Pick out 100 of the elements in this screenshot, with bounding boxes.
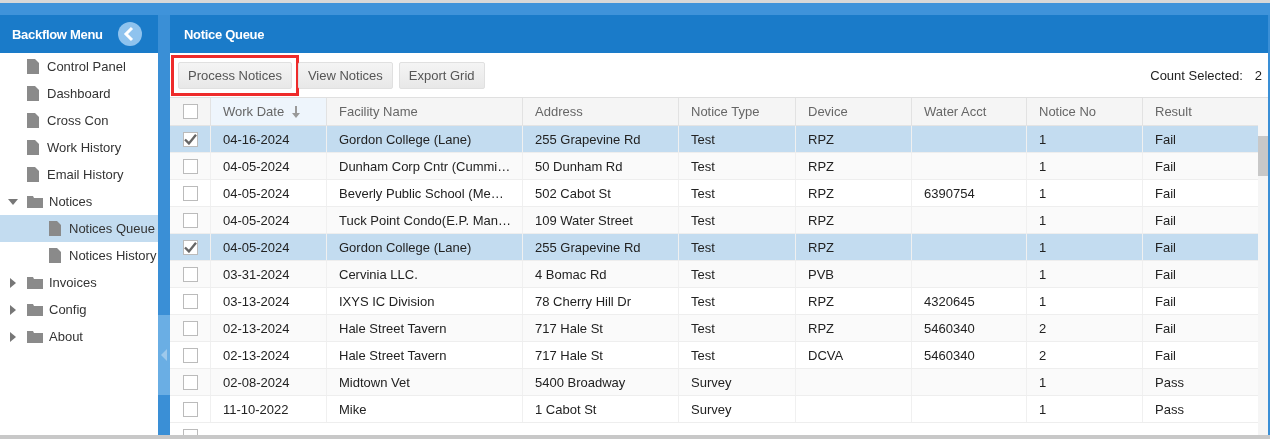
- table-cell: 1: [1039, 158, 1047, 174]
- table-cell: Test: [691, 212, 715, 228]
- table-cell: PVB: [808, 266, 834, 282]
- table-cell: 6390754: [924, 185, 975, 201]
- toolbar-button[interactable]: View Notices: [297, 61, 393, 89]
- row-checkbox[interactable]: [182, 131, 198, 147]
- table-cell: RPZ: [808, 320, 834, 336]
- table-cell: 1: [1039, 374, 1047, 390]
- column-header[interactable]: Device: [795, 98, 911, 125]
- count-value: 2: [1254, 67, 1262, 83]
- table-cell: RPZ: [808, 185, 834, 201]
- table-cell: 1 Cabot St: [535, 401, 597, 417]
- toolbar-button[interactable]: Process Notices: [178, 61, 292, 89]
- tree-item[interactable]: Cross Con: [0, 107, 158, 134]
- row-checkbox[interactable]: [182, 347, 198, 363]
- table-cell: 1: [1039, 212, 1047, 228]
- table-cell: Test: [691, 293, 715, 309]
- collapse-button[interactable]: [118, 22, 142, 46]
- table-cell: 02-08-2024: [223, 374, 290, 390]
- table-cell: Cervinia LLC.: [339, 266, 418, 282]
- column-header[interactable]: Water Acct: [911, 98, 1026, 125]
- folder-icon: [27, 330, 43, 343]
- table-cell: Test: [691, 347, 715, 363]
- expander-icon[interactable]: [8, 304, 18, 315]
- table-cell: Test: [691, 266, 715, 282]
- row-checkbox[interactable]: [182, 239, 198, 255]
- table-cell: 50 Dunham Rd: [535, 158, 623, 174]
- row-checkbox[interactable]: [182, 266, 198, 282]
- document-icon: [27, 113, 39, 128]
- tree-item[interactable]: Config: [0, 296, 158, 323]
- document-icon: [27, 86, 39, 101]
- table-cell: Mike: [339, 401, 367, 417]
- table-cell: 4 Bomac Rd: [535, 266, 607, 282]
- table-cell: RPZ: [808, 239, 834, 255]
- tree-item[interactable]: About: [0, 323, 158, 350]
- scrollbar-thumb[interactable]: [1258, 136, 1268, 176]
- tree-item[interactable]: Notices Queue: [0, 215, 158, 242]
- table-cell: 1: [1039, 293, 1047, 309]
- table-cell: 04-05-2024: [223, 185, 290, 201]
- folder-icon: [27, 303, 43, 316]
- row-checkbox[interactable]: [182, 185, 198, 201]
- table-cell: Test: [691, 239, 715, 255]
- column-header[interactable]: Notice No: [1026, 98, 1142, 125]
- row-checkbox[interactable]: [182, 320, 198, 336]
- row-checkbox[interactable]: [182, 212, 198, 228]
- table-cell: Dunham Corp Cntr (Cummi…: [339, 158, 511, 174]
- expander-icon[interactable]: [8, 196, 18, 207]
- folder-icon: [27, 195, 43, 208]
- table-cell: Tuck Point Condo(E.P. Man…: [339, 212, 511, 228]
- table-cell: Survey: [691, 374, 732, 390]
- table-cell: 04-05-2024: [223, 158, 290, 174]
- splitter-handle[interactable]: [158, 315, 170, 395]
- tree-item[interactable]: Invoices: [0, 269, 158, 296]
- folder-icon: [27, 276, 43, 289]
- table-cell: 1: [1039, 131, 1047, 147]
- table-cell: 1: [1039, 266, 1047, 282]
- table-cell: Pass: [1155, 401, 1184, 417]
- table-cell: 5460340: [924, 320, 975, 336]
- tree-item[interactable]: Work History: [0, 134, 158, 161]
- document-icon: [27, 59, 39, 74]
- table-cell: 03-13-2024: [223, 293, 290, 309]
- tree-item[interactable]: Dashboard: [0, 80, 158, 107]
- table-cell: Hale Street Tavern: [339, 320, 447, 336]
- table-cell: 1: [1039, 401, 1047, 417]
- sort-arrow-icon: [292, 105, 301, 118]
- column-header[interactable]: Notice Type: [678, 98, 795, 125]
- row-checkbox[interactable]: [182, 293, 198, 309]
- table-cell: 2: [1039, 347, 1047, 363]
- table-cell: Test: [691, 320, 715, 336]
- table-cell: IXYS IC Division: [339, 293, 435, 309]
- expander-icon[interactable]: [8, 331, 18, 342]
- table-cell: 02-13-2024: [223, 320, 290, 336]
- expander-icon[interactable]: [8, 277, 18, 288]
- column-header[interactable]: Facility Name: [326, 98, 522, 125]
- select-all-checkbox[interactable]: [182, 104, 198, 119]
- tree-item[interactable]: Control Panel: [0, 53, 158, 80]
- table-cell: 255 Grapevine Rd: [535, 131, 641, 147]
- table-cell: Fail: [1155, 239, 1176, 255]
- table-cell: RPZ: [808, 131, 834, 147]
- tree-item[interactable]: Email History: [0, 161, 158, 188]
- table-cell: RPZ: [808, 158, 834, 174]
- table-cell: 03-31-2024: [223, 266, 290, 282]
- table-cell: 255 Grapevine Rd: [535, 239, 641, 255]
- table-cell: Test: [691, 131, 715, 147]
- table-cell: Pass: [1155, 374, 1184, 390]
- column-header[interactable]: Work Date: [210, 98, 326, 125]
- tree-item[interactable]: Notices History: [0, 242, 158, 269]
- row-checkbox[interactable]: [182, 401, 198, 417]
- document-icon: [49, 221, 61, 236]
- tree-item[interactable]: Notices: [0, 188, 158, 215]
- column-header[interactable]: Address: [522, 98, 678, 125]
- table-cell: Fail: [1155, 320, 1176, 336]
- table-cell: Survey: [691, 401, 732, 417]
- toolbar-button[interactable]: Export Grid: [398, 61, 485, 89]
- checkmark-icon: [183, 241, 197, 253]
- row-checkbox[interactable]: [182, 374, 198, 390]
- document-icon: [27, 140, 39, 155]
- row-checkbox[interactable]: [182, 158, 198, 174]
- table-cell: Fail: [1155, 293, 1176, 309]
- table-cell: 1: [1039, 185, 1047, 201]
